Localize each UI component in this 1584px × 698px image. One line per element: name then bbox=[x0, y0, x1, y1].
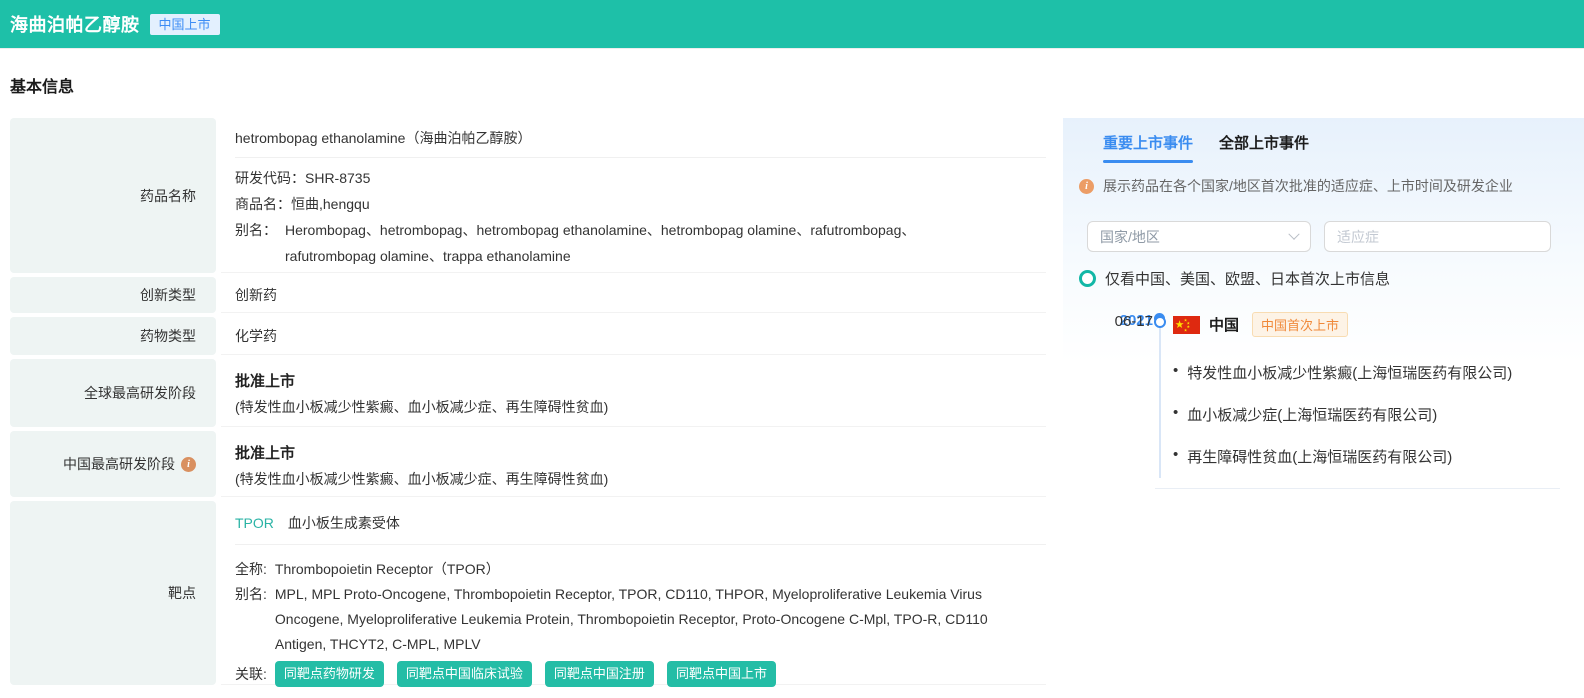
timeline-rail bbox=[1159, 320, 1161, 478]
timeline-date: 06-17 bbox=[1095, 313, 1153, 330]
first-launch-radio-label: 仅看中国、美国、欧盟、日本首次上市信息 bbox=[1105, 268, 1390, 289]
row-label: 中国最高研发阶段 i bbox=[10, 431, 216, 497]
row-value: 批准上市 (特发性血小板减少性紫癜、血小板减少症、再生障碍性贫血) bbox=[221, 431, 1046, 497]
drug-type-value: 化学药 bbox=[235, 317, 1046, 354]
launch-timeline: 2021 06-17 ★ ★ ★ ★ ★ 中国 中国首次上市 • 特发性 bbox=[1095, 312, 1560, 489]
same-target-china-launch-button[interactable]: 同靶点中国上市 bbox=[667, 661, 776, 687]
row-label: 靶点 bbox=[10, 501, 216, 685]
row-label: 全球最高研发阶段 bbox=[10, 359, 216, 427]
row-label: 药物类型 bbox=[10, 317, 216, 355]
china-flag-icon: ★ ★ ★ ★ ★ bbox=[1173, 316, 1200, 334]
target-name: 血小板生成素受体 bbox=[288, 513, 400, 533]
basic-info-table: 药品名称 hetrombopag ethanolamine（海曲泊帕乙醇胺） 研… bbox=[10, 118, 1046, 685]
info-icon: i bbox=[1079, 179, 1094, 194]
row-label: 创新类型 bbox=[10, 277, 216, 313]
page-header: 海曲泊帕乙醇胺 中国上市 bbox=[0, 0, 1584, 49]
row-value: 创新药 bbox=[221, 277, 1046, 313]
table-row-target: 靶点 TPOR 血小板生成素受体 全称: Thrombopoietin Rece… bbox=[10, 501, 1046, 685]
chevron-down-icon bbox=[1288, 228, 1299, 239]
first-launch-radio[interactable] bbox=[1079, 270, 1096, 287]
target-symbol-link[interactable]: TPOR bbox=[235, 515, 274, 531]
row-value: TPOR 血小板生成素受体 全称: Thrombopoietin Recepto… bbox=[221, 501, 1046, 685]
country-region-select[interactable]: 国家/地区 bbox=[1087, 221, 1311, 252]
country-region-placeholder: 国家/地区 bbox=[1100, 227, 1160, 247]
market-events-panel: 重要上市事件 全部上市事件 i 展示药品在各个国家/地区首次批准的适应症、上市时… bbox=[1063, 118, 1584, 512]
china-stage-value: 批准上市 bbox=[235, 442, 1046, 466]
events-info-note: i 展示药品在各个国家/地区首次批准的适应症、上市时间及研发企业 bbox=[1079, 176, 1560, 196]
same-target-rnd-button[interactable]: 同靶点药物研发 bbox=[275, 661, 384, 687]
target-related-line: 关联: 同靶点药物研发 同靶点中国临床试验 同靶点中国注册 同靶点中国上市 bbox=[235, 661, 1046, 687]
innovation-type-value: 创新药 bbox=[235, 277, 1046, 312]
timeline-indication-item: • 血小板减少症(上海恒瑞医药有限公司) bbox=[1173, 404, 1560, 425]
china-stage-indications: (特发性血小板减少性紫癜、血小板减少症、再生障碍性贫血) bbox=[235, 466, 1046, 493]
timeline-node-ring bbox=[1154, 316, 1166, 328]
timeline-country: 中国 bbox=[1209, 314, 1239, 335]
global-stage-indications: (特发性血小板减少性紫癜、血小板减少症、再生障碍性贫血) bbox=[235, 394, 1046, 421]
timeline-divider bbox=[1155, 488, 1560, 489]
drug-primary-name: hetrombopag ethanolamine（海曲泊帕乙醇胺） bbox=[235, 118, 1046, 158]
row-label-text: 药品名称 bbox=[140, 186, 196, 206]
china-listed-badge: 中国上市 bbox=[150, 14, 220, 35]
row-label: 药品名称 bbox=[10, 118, 216, 273]
dev-code-line: 研发代码：SHR-8735 bbox=[235, 165, 1046, 191]
first-launch-filter: 仅看中国、美国、欧盟、日本首次上市信息 bbox=[1079, 268, 1560, 289]
drug-title: 海曲泊帕乙醇胺 bbox=[10, 11, 140, 37]
row-value: 化学药 bbox=[221, 317, 1046, 355]
table-row-drug-type: 药物类型 化学药 bbox=[10, 317, 1046, 355]
same-target-china-trials-button[interactable]: 同靶点中国临床试验 bbox=[397, 661, 532, 687]
alias-line: 别名： Herombopag、hetrombopag、hetrombopag e… bbox=[235, 217, 1046, 269]
events-info-text: 展示药品在各个国家/地区首次批准的适应症、上市时间及研发企业 bbox=[1103, 176, 1513, 196]
global-stage-value: 批准上市 bbox=[235, 370, 1046, 394]
row-value: hetrombopag ethanolamine（海曲泊帕乙醇胺） 研发代码：S… bbox=[221, 118, 1046, 273]
row-value: 批准上市 (特发性血小板减少性紫癜、血小板减少症、再生障碍性贫血) bbox=[221, 359, 1046, 427]
table-row-drug-name: 药品名称 hetrombopag ethanolamine（海曲泊帕乙醇胺） 研… bbox=[10, 118, 1046, 273]
indication-input[interactable] bbox=[1324, 221, 1551, 252]
tab-all-market-events[interactable]: 全部上市事件 bbox=[1219, 132, 1309, 163]
timeline-indication-list: • 特发性血小板减少性紫癜(上海恒瑞医药有限公司) • 血小板减少症(上海恒瑞医… bbox=[1173, 362, 1560, 467]
events-tabs: 重要上市事件 全部上市事件 bbox=[1103, 132, 1560, 163]
target-alias-line: 别名: MPL, MPL Proto-Oncogene, Thrombopoie… bbox=[235, 582, 1046, 657]
timeline-indication-item: • 再生障碍性贫血(上海恒瑞医药有限公司) bbox=[1173, 446, 1560, 467]
table-row-china-stage: 中国最高研发阶段 i 批准上市 (特发性血小板减少性紫癜、血小板减少症、再生障碍… bbox=[10, 431, 1046, 497]
table-row-global-stage: 全球最高研发阶段 批准上市 (特发性血小板减少性紫癜、血小板减少症、再生障碍性贫… bbox=[10, 359, 1046, 427]
timeline-entry-china: 06-17 ★ ★ ★ ★ ★ 中国 中国首次上市 bbox=[1173, 312, 1560, 337]
info-icon[interactable]: i bbox=[181, 457, 196, 472]
trade-name-line: 商品名：恒曲,hengqu bbox=[235, 191, 1046, 217]
svg-text:★: ★ bbox=[1184, 327, 1188, 332]
events-filters: 国家/地区 bbox=[1087, 221, 1560, 252]
bullet-icon: • bbox=[1173, 446, 1178, 467]
bullet-icon: • bbox=[1173, 404, 1178, 425]
tab-important-market-events[interactable]: 重要上市事件 bbox=[1103, 132, 1193, 163]
same-target-china-registration-button[interactable]: 同靶点中国注册 bbox=[545, 661, 654, 687]
section-title-basic-info: 基本信息 bbox=[10, 73, 1584, 97]
china-first-launch-badge: 中国首次上市 bbox=[1252, 312, 1348, 337]
table-row-innovation-type: 创新类型 创新药 bbox=[10, 277, 1046, 313]
main-content: 药品名称 hetrombopag ethanolamine（海曲泊帕乙醇胺） 研… bbox=[10, 118, 1584, 685]
bullet-icon: • bbox=[1173, 362, 1178, 383]
timeline-indication-item: • 特发性血小板减少性紫癜(上海恒瑞医药有限公司) bbox=[1173, 362, 1560, 383]
target-fullname-line: 全称: Thrombopoietin Receptor（TPOR） bbox=[235, 557, 1046, 582]
